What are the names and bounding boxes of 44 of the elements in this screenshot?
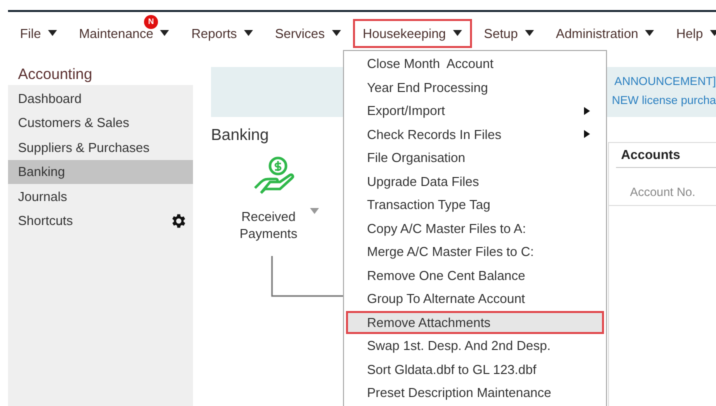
menu-item[interactable]: Reports (181, 18, 263, 48)
announcement-text: NEW license purcha (612, 94, 716, 109)
caret-icon (645, 30, 654, 36)
menu-item[interactable]: Setup (474, 18, 544, 48)
sidebar-item[interactable]: Suppliers & Purchases (8, 135, 193, 160)
dropdown-item[interactable]: Swap 1st. Desp. And 2nd Desp. (346, 334, 604, 358)
dropdown-item[interactable]: Group To Alternate Account (346, 287, 604, 310)
dropdown-item[interactable]: Check Records In Files (346, 122, 604, 146)
dropdown-item[interactable]: Upgrade Data Files (346, 170, 604, 193)
dropdown-item[interactable]: Preset Description Maintenance (346, 381, 604, 404)
dropdown-item[interactable]: Year End Processing (346, 76, 604, 99)
caret-icon (48, 30, 57, 36)
menu-item[interactable]: Services (264, 18, 351, 48)
caret-icon (524, 30, 534, 36)
menu-item[interactable]: Administration (546, 18, 664, 48)
announcement-text: ANNOUNCEMENT] (614, 75, 716, 90)
dropdown-item[interactable]: Merge A/C Master Files to C: (346, 240, 604, 264)
column-header: Account No. (609, 168, 716, 206)
shortcut-label[interactable]: Received Payments (234, 208, 304, 242)
sidebar-item[interactable]: Shortcuts (8, 208, 193, 233)
notification-badge: N (144, 14, 158, 28)
sidebar-item[interactable]: Customers & Sales (8, 110, 193, 135)
dropdown-item[interactable]: Transaction Type Tag (346, 193, 604, 216)
sidebar-item[interactable]: Dashboard (8, 86, 193, 110)
dropdown-item[interactable]: Remove One Cent Balance (346, 264, 604, 287)
dropdown-item[interactable]: Copy A/C Master Files to A: (346, 216, 604, 240)
caret-icon (332, 30, 341, 36)
dropdown-item[interactable]: Close Month Account (346, 52, 604, 76)
menu-item[interactable]: File (10, 18, 67, 48)
dropdown-item[interactable]: Sort Gldata.dbf to GL 123.dbf (346, 358, 604, 381)
menu-item[interactable]: Help (666, 18, 716, 48)
caret-icon (452, 30, 462, 36)
caret-icon (160, 30, 170, 36)
dropdown-item[interactable]: File Organisation (346, 146, 604, 170)
sidebar-title: Accounting (17, 65, 94, 85)
page-title: Banking (211, 127, 269, 145)
caret-icon (310, 208, 318, 214)
dropdown-item[interactable]: Remove Attachments (346, 310, 604, 334)
sidebar-item[interactable]: Journals (8, 184, 193, 208)
panel-title: Accounts (616, 143, 716, 168)
caret-icon (244, 30, 253, 36)
sidebar-item[interactable]: Banking (8, 160, 193, 184)
dropdown-item[interactable]: Export/Import (346, 99, 604, 122)
menu-item[interactable]: Housekeeping (352, 18, 472, 48)
